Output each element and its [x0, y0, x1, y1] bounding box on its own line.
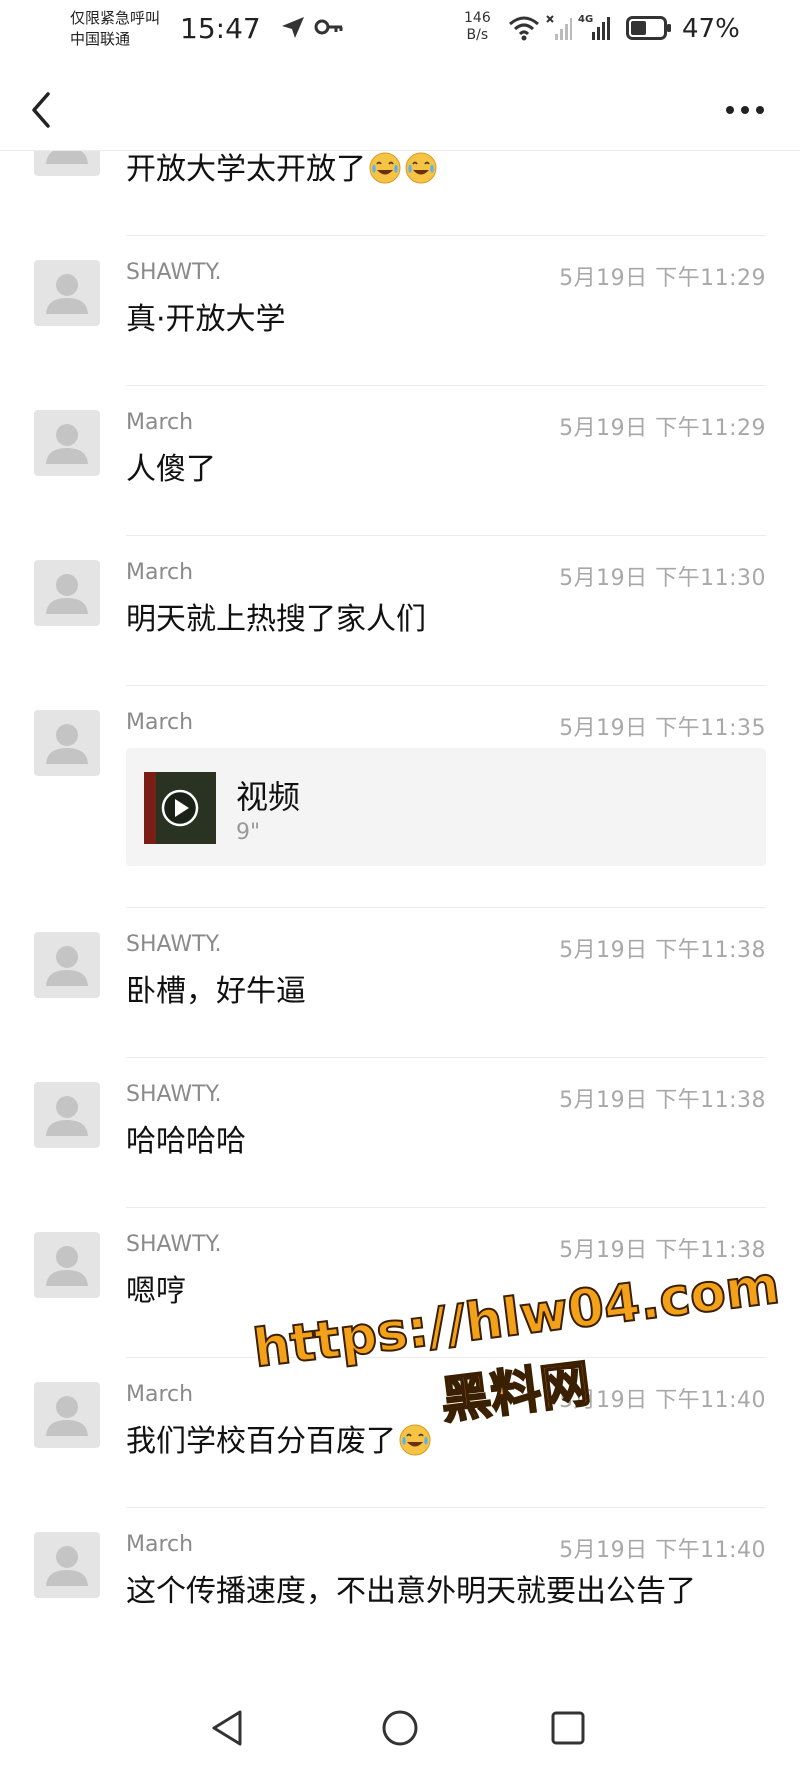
- more-horizontal-icon[interactable]: [720, 90, 770, 130]
- cell-signal: 4G: [578, 14, 614, 42]
- message-text-content: 明天就上热搜了家人们: [126, 602, 426, 637]
- default-user-icon: [46, 574, 88, 614]
- message-text: 哈哈哈哈: [126, 1120, 766, 1164]
- message-time: 5月19日 下午11:29: [559, 416, 766, 441]
- wifi-icon: [509, 16, 539, 41]
- avatar[interactable]: [34, 1382, 100, 1448]
- message-time: 5月19日 下午11:29: [559, 266, 766, 291]
- message-text: 开放大学太开放了: [126, 148, 766, 192]
- message-item[interactable]: March 5月19日 下午11:40 这个传播速度，不出意外明天就要出公告了: [0, 1508, 800, 1670]
- default-user-icon: [46, 946, 88, 986]
- message-text-content: 哈哈哈哈: [126, 1124, 246, 1159]
- video-card[interactable]: 视频 9": [126, 748, 766, 866]
- clock: 15:47: [180, 12, 261, 45]
- message-text-content: 这个传播速度，不出意外明天就要出公告了: [126, 1574, 696, 1609]
- avatar[interactable]: [34, 1082, 100, 1148]
- video-label: 视频: [236, 778, 301, 816]
- message-time: 5月19日 下午11:38: [559, 1088, 766, 1113]
- message-item[interactable]: March 5月19日 下午11:35 视频 9": [0, 686, 800, 908]
- message-text-content: 嗯哼: [126, 1274, 186, 1309]
- message-item[interactable]: SHAWTY. 5月19日 下午11:38 卧槽，好牛逼: [0, 908, 800, 1058]
- message-item[interactable]: March 5月19日 下午11:29 人傻了: [0, 386, 800, 536]
- message-text: 卧槽，好牛逼: [126, 970, 766, 1014]
- battery-percentage: 47%: [682, 14, 740, 44]
- carrier-line-1: 仅限紧急呼叫: [70, 9, 161, 27]
- message-time: 5月19日 下午11:35: [559, 716, 766, 741]
- message-text-content: 真·开放大学: [126, 302, 286, 337]
- nav-home-circle-icon[interactable]: [376, 1704, 424, 1752]
- network-speed-value: 146: [464, 10, 491, 26]
- sender-name: March: [126, 1532, 194, 1557]
- top-nav-bar: [0, 70, 800, 151]
- message-time: 5月19日 下午11:40: [559, 1538, 766, 1563]
- chevron-left-icon[interactable]: [22, 86, 62, 134]
- default-user-icon: [46, 1396, 88, 1436]
- carrier-info: 仅限紧急呼叫 中国联通: [70, 8, 160, 50]
- message-text: 真·开放大学: [126, 298, 766, 342]
- battery-icon: [626, 16, 671, 40]
- avatar[interactable]: [34, 260, 100, 326]
- system-nav-bar: [0, 1680, 800, 1777]
- status-left-icons: [266, 14, 344, 40]
- signal-icons: 4G: [508, 14, 672, 42]
- video-duration: 9": [236, 820, 261, 845]
- message-time: 5月19日 下午11:38: [559, 1238, 766, 1263]
- message-item[interactable]: SHAWTY. 5月19日 下午11:29 真·开放大学: [0, 236, 800, 386]
- carrier-line-2: 中国联通: [70, 30, 131, 48]
- message-text-content: 卧槽，好牛逼: [126, 974, 306, 1009]
- laughing-crying-emoji-icon: [405, 152, 437, 184]
- avatar[interactable]: [34, 1532, 100, 1598]
- sender-name: SHAWTY.: [126, 1082, 222, 1107]
- video-thumbnail[interactable]: [144, 772, 216, 844]
- sender-name: SHAWTY.: [126, 260, 222, 285]
- play-icon: [144, 772, 216, 844]
- nav-recents-square-icon[interactable]: [544, 1704, 592, 1752]
- avatar[interactable]: [34, 932, 100, 998]
- message-text: 人傻了: [126, 448, 766, 492]
- default-user-icon: [46, 1546, 88, 1586]
- avatar[interactable]: [34, 560, 100, 626]
- default-user-icon: [46, 424, 88, 464]
- default-user-icon: [46, 1246, 88, 1286]
- laughing-crying-emoji-icon: [369, 152, 401, 184]
- sender-name: March: [126, 410, 194, 435]
- default-user-icon: [46, 1096, 88, 1136]
- message-time: 5月19日 下午11:30: [559, 566, 766, 591]
- send-icon: [282, 17, 304, 38]
- watermark-name: 黑料网: [437, 1353, 595, 1431]
- sender-name: SHAWTY.: [126, 1232, 222, 1257]
- message-text: 明天就上热搜了家人们: [126, 598, 766, 642]
- avatar[interactable]: [34, 710, 100, 776]
- sender-name: SHAWTY.: [126, 932, 222, 957]
- cell-signal-icon: [592, 17, 610, 40]
- status-bar: 仅限紧急呼叫 中国联通 15:47 146 B/s 4G 47%: [0, 0, 800, 62]
- sender-name: March: [126, 1382, 194, 1407]
- message-text: 这个传播速度，不出意外明天就要出公告了: [126, 1570, 766, 1614]
- avatar[interactable]: [34, 1232, 100, 1298]
- message-text-content: 开放大学太开放了: [126, 152, 366, 187]
- key-icon: [314, 19, 343, 35]
- default-user-icon: [46, 274, 88, 314]
- network-speed-unit: B/s: [466, 27, 489, 43]
- message-item[interactable]: March 5月19日 下午11:30 明天就上热搜了家人们: [0, 536, 800, 686]
- sender-name: March: [126, 560, 194, 585]
- message-text-content: 人傻了: [126, 452, 216, 487]
- nav-back-triangle-icon[interactable]: [204, 1704, 252, 1752]
- avatar[interactable]: [34, 410, 100, 476]
- sender-name: March: [126, 710, 194, 735]
- default-user-icon: [46, 724, 88, 764]
- message-item[interactable]: SHAWTY. 5月19日 下午11:38 哈哈哈哈: [0, 1058, 800, 1208]
- network-speed: 146 B/s: [464, 10, 491, 44]
- no-signal-icon: [546, 15, 572, 40]
- message-time: 5月19日 下午11:38: [559, 938, 766, 963]
